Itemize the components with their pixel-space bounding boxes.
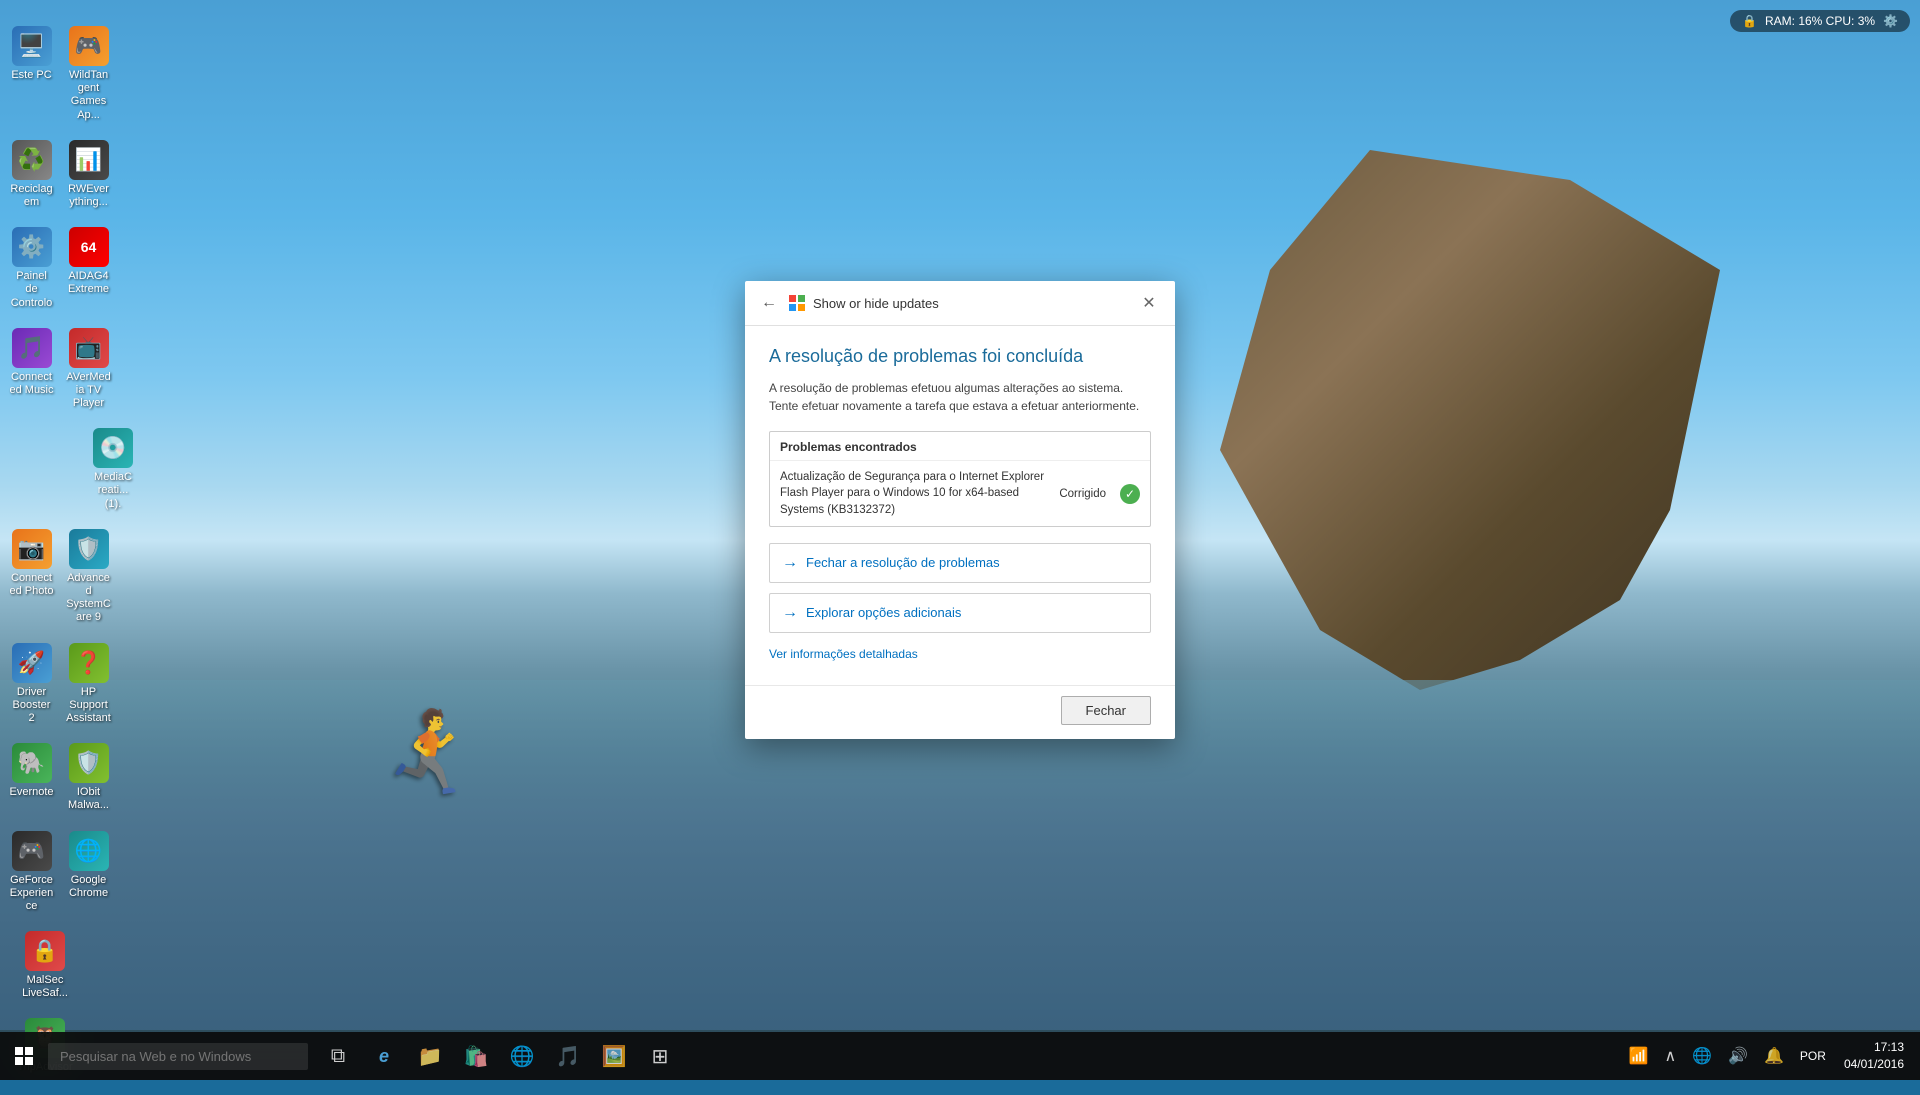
- close-troubleshoot-link[interactable]: → Fechar a resolução de problemas: [769, 543, 1151, 583]
- dialog-title: Show or hide updates: [813, 296, 1127, 311]
- problems-header: Problemas encontrados: [770, 432, 1150, 461]
- problem-check-icon: ✓: [1120, 484, 1140, 504]
- close-troubleshoot-label: Fechar a resolução de problemas: [806, 555, 1000, 570]
- dialog-overlay: ← Show or hide updates ✕ A resolução de …: [0, 0, 1920, 1080]
- dialog-description: A resolução de problemas efetuou algumas…: [769, 379, 1151, 415]
- dialog-body: A resolução de problemas foi concluída A…: [745, 326, 1175, 684]
- dialog-footer: Fechar: [745, 685, 1175, 739]
- close-x-icon: ✕: [1142, 293, 1155, 313]
- dialog-heading: A resolução de problemas foi concluída: [769, 346, 1151, 367]
- problem-text: Actualização de Segurança para o Interne…: [780, 469, 1051, 517]
- dialog-titlebar: ← Show or hide updates ✕: [745, 281, 1175, 326]
- dialog-back-button[interactable]: ←: [757, 292, 781, 314]
- windows-logo-icon: [789, 295, 805, 311]
- problem-status: Corrigido: [1059, 488, 1106, 500]
- problem-row: Actualização de Segurança para o Interne…: [770, 461, 1150, 525]
- show-hide-updates-dialog: ← Show or hide updates ✕ A resolução de …: [745, 281, 1175, 738]
- explore-options-label: Explorar opções adicionais: [806, 605, 961, 620]
- detailed-info-link[interactable]: Ver informações detalhadas: [769, 643, 918, 665]
- fechar-button[interactable]: Fechar: [1061, 696, 1151, 725]
- arrow-icon-1: →: [782, 554, 798, 572]
- problems-box: Problemas encontrados Actualização de Se…: [769, 431, 1151, 526]
- dialog-close-button[interactable]: ✕: [1135, 289, 1163, 317]
- explore-options-link[interactable]: → Explorar opções adicionais: [769, 593, 1151, 633]
- arrow-icon-2: →: [782, 604, 798, 622]
